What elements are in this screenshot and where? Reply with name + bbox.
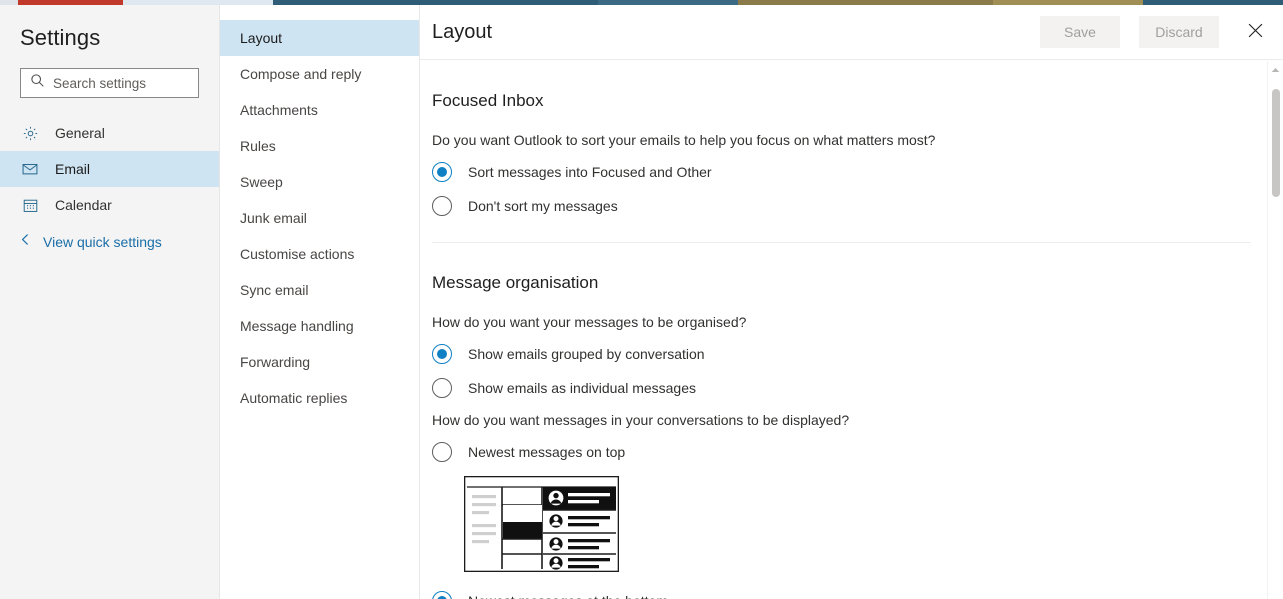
chevron-left-icon (20, 233, 31, 251)
category-item-automatic-replies[interactable]: Automatic replies (220, 380, 419, 416)
radio-button[interactable] (432, 344, 452, 364)
radio-label: Sort messages into Focused and Other (468, 164, 712, 180)
scroll-thumb[interactable] (1272, 89, 1280, 197)
settings-rail: Settings General (0, 5, 230, 599)
category-item-label: Attachments (240, 102, 318, 118)
category-item-customise-actions[interactable]: Customise actions (220, 236, 419, 272)
radio-button[interactable] (432, 196, 452, 216)
settings-rail-list: General Email Calendar (0, 115, 219, 223)
category-item-forwarding[interactable]: Forwarding (220, 344, 419, 380)
category-item-label: Automatic replies (240, 390, 348, 406)
category-item-message-handling[interactable]: Message handling (220, 308, 419, 344)
close-button[interactable] (1237, 14, 1273, 50)
category-item-sync-email[interactable]: Sync email (220, 272, 419, 308)
category-item-label: Rules (240, 138, 276, 154)
radio-label: Newest messages at the bottom (468, 593, 668, 599)
sidebar-item-label: Email (55, 161, 91, 177)
scroll-up-button[interactable] (1268, 61, 1283, 77)
header-actions: Save Discard (1040, 14, 1283, 50)
settings-dialog: Settings General (0, 5, 1283, 599)
radio-newest-at-bottom[interactable]: Newest messages at the bottom (432, 591, 1283, 599)
category-item-junk-email[interactable]: Junk email (220, 200, 419, 236)
section-title: Focused Inbox (432, 91, 544, 110)
sidebar-item-label: Calendar (55, 197, 112, 213)
page-title: Settings (20, 25, 101, 50)
view-quick-settings-link[interactable]: View quick settings (0, 225, 219, 259)
radio-button[interactable] (432, 162, 452, 182)
radio-button[interactable] (432, 591, 452, 599)
search-settings-box[interactable] (20, 68, 230, 98)
search-input[interactable] (53, 69, 230, 97)
discard-button[interactable]: Discard (1139, 16, 1219, 48)
sidebar-item-calendar[interactable]: Calendar (0, 187, 219, 223)
radio-newest-on-top[interactable]: Newest messages on top (432, 442, 1283, 462)
sidebar-item-general[interactable]: General (0, 115, 219, 151)
radio-label: Show emails as individual messages (468, 380, 696, 396)
category-item-compose-and-reply[interactable]: Compose and reply (220, 56, 419, 92)
gear-icon (20, 123, 40, 143)
radio-grouped-by-conversation[interactable]: Show emails grouped by conversation (432, 344, 1283, 364)
radio-label: Show emails grouped by conversation (468, 346, 705, 362)
category-item-rules[interactable]: Rules (220, 128, 419, 164)
section-question: How do you want your messages to be orga… (432, 314, 747, 330)
section-title: Message organisation (432, 273, 599, 292)
search-icon (30, 73, 45, 93)
radio-button[interactable] (432, 378, 452, 398)
email-category-list: Layout Compose and reply Attachments Rul… (220, 5, 420, 599)
category-item-label: Layout (240, 30, 283, 46)
category-item-sweep[interactable]: Sweep (220, 164, 419, 200)
scroll-track[interactable] (1268, 77, 1283, 599)
detail-body: Focused Inbox Do you want Outlook to sor… (420, 61, 1283, 599)
category-item-label: Sweep (240, 174, 283, 190)
radio-label: Newest messages on top (468, 444, 626, 460)
vertical-scrollbar[interactable] (1267, 61, 1283, 599)
radio-button[interactable] (432, 442, 452, 462)
sidebar-item-email[interactable]: Email (0, 151, 219, 187)
envelope-icon (20, 159, 40, 179)
section-message-organisation: Message organisation How do you want you… (432, 243, 1283, 599)
category-item-label: Customise actions (240, 246, 355, 262)
save-button[interactable]: Save (1040, 16, 1120, 48)
sidebar-item-label: General (55, 125, 105, 141)
category-item-attachments[interactable]: Attachments (220, 92, 419, 128)
category-item-label: Junk email (240, 210, 307, 226)
detail-pane: Layout Save Discard Focused Inbox Do you… (420, 5, 1283, 599)
section-focused-inbox: Focused Inbox Do you want Outlook to sor… (432, 61, 1283, 243)
section-question-secondary: How do you want messages in your convers… (432, 412, 850, 428)
calendar-icon (20, 195, 40, 215)
radio-label: Don't sort my messages (468, 198, 618, 214)
mail-layout-preview-icon (463, 475, 1283, 577)
category-item-label: Forwarding (240, 354, 311, 370)
detail-title: Layout (432, 20, 493, 43)
radio-sort-focused-and-other[interactable]: Sort messages into Focused and Other (432, 162, 1283, 182)
view-quick-settings-label: View quick settings (43, 234, 162, 250)
radio-individual-messages[interactable]: Show emails as individual messages (432, 378, 1283, 398)
section-question: Do you want Outlook to sort your emails … (432, 132, 936, 148)
category-item-label: Compose and reply (240, 66, 362, 82)
caret-up-icon (1271, 60, 1280, 78)
category-item-label: Message handling (240, 318, 354, 334)
close-icon (1247, 22, 1264, 42)
category-item-label: Sync email (240, 282, 309, 298)
radio-dont-sort-messages[interactable]: Don't sort my messages (432, 196, 1283, 216)
category-item-layout[interactable]: Layout (220, 20, 419, 56)
detail-header: Layout Save Discard (420, 5, 1283, 60)
